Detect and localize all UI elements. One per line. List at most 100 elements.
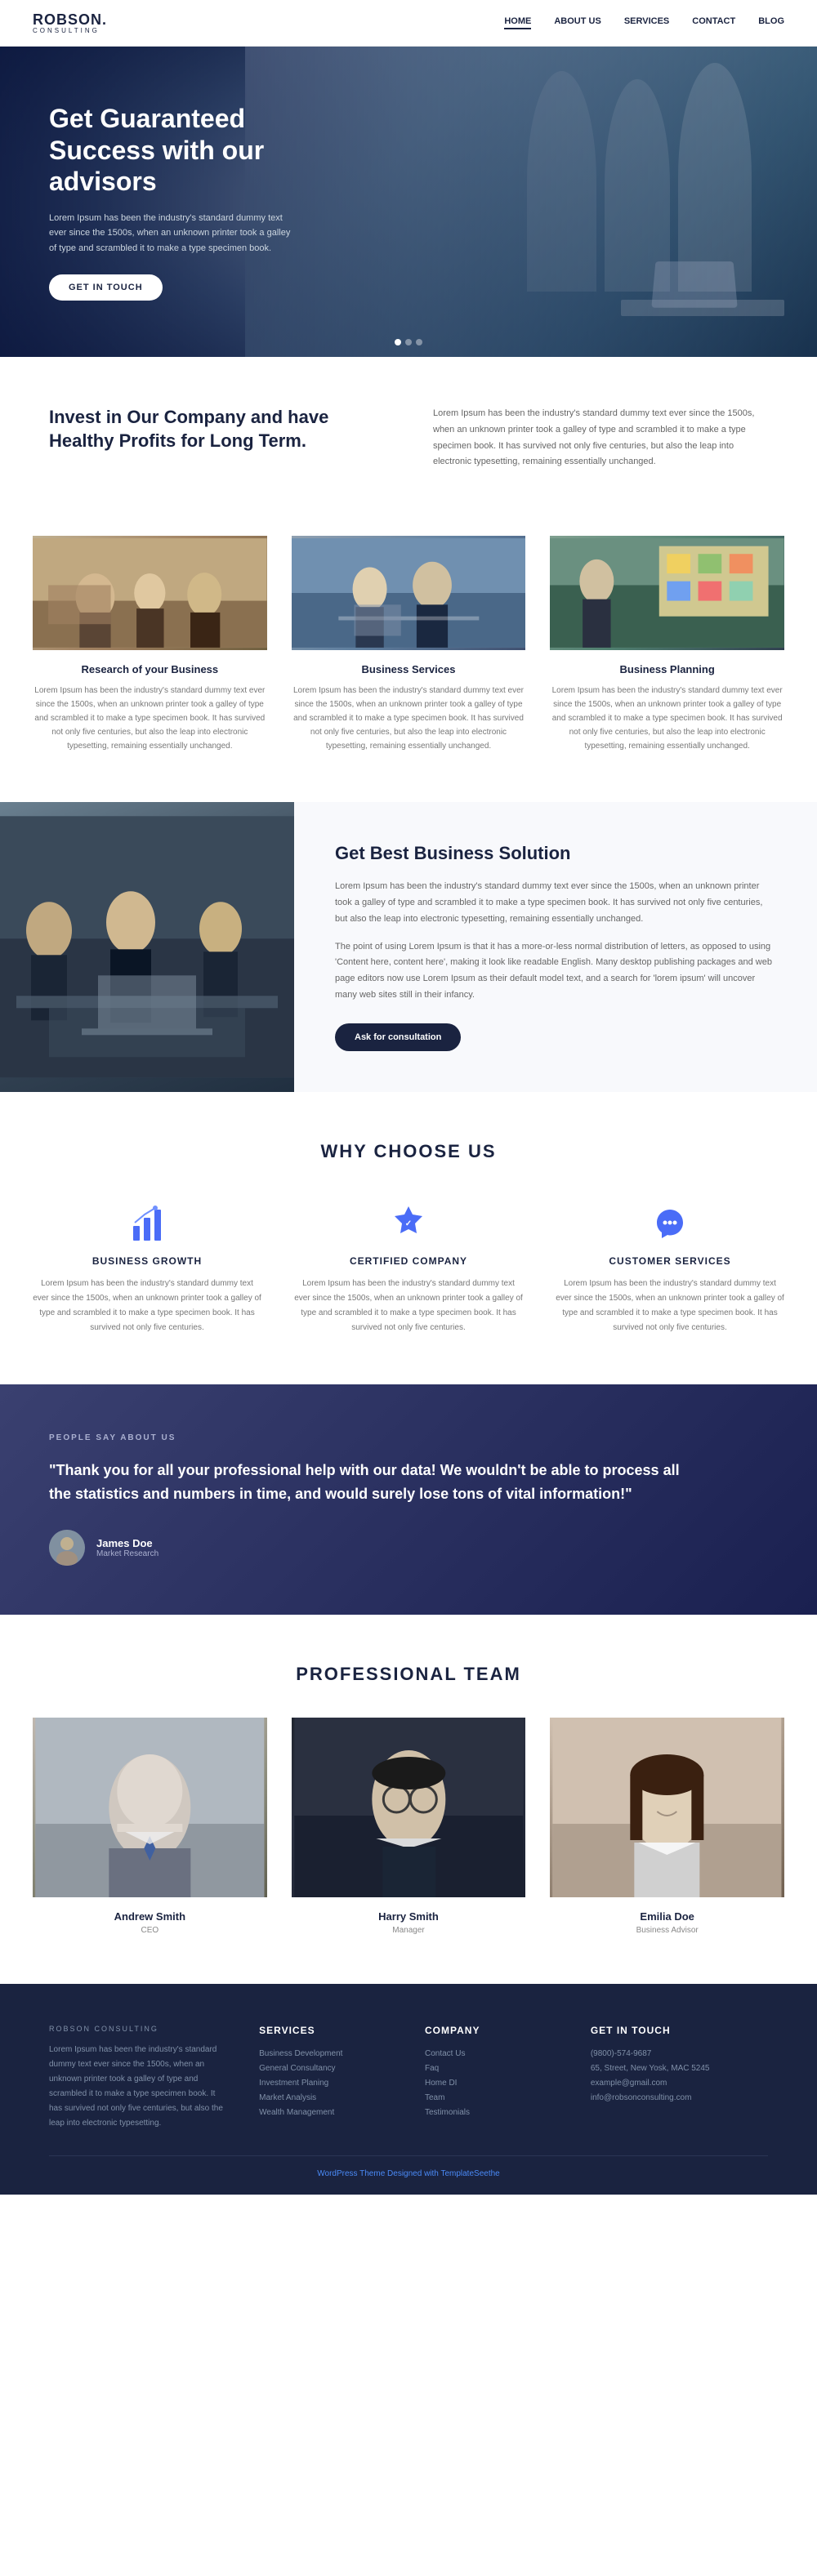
testimonial-section: PEOPLE SAY ABOUT US "Thank you for all y… [0, 1384, 817, 1616]
footer-logo: ROBSON CONSULTING [49, 2025, 226, 2033]
invest-section: Invest in Our Company and have Healthy P… [0, 357, 817, 519]
service-card-3: Business Planning Lorem Ipsum has been t… [550, 536, 784, 753]
nav-home[interactable]: HOME [504, 16, 531, 29]
invest-heading-container: Invest in Our Company and have Healthy P… [49, 406, 384, 452]
team-role-3: Business Advisor [550, 1926, 784, 1935]
logo: ROBSON. CONSULTING [33, 11, 107, 34]
team-grid: Andrew Smith CEO [33, 1718, 784, 1935]
footer-bottom-text: WordPress Theme Designed with TemplateSe… [49, 2169, 768, 2178]
service-title-1: Research of your Business [33, 663, 267, 675]
why-card-3-body: Lorem Ipsum has been the industry's stan… [556, 1277, 784, 1335]
why-card-3: CUSTOMER SERVICES Lorem Ipsum has been t… [556, 1203, 784, 1335]
solution-content: Get Best Business Solution Lorem Ipsum h… [294, 802, 817, 1092]
footer-services-list: Business Development General Consultancy… [259, 2049, 392, 2117]
footer-company-list: Contact Us Faq Home DI Team Testimonials [425, 2049, 558, 2117]
why-heading: WHY CHOOSE US [33, 1141, 784, 1162]
business-growth-icon [127, 1203, 167, 1244]
team-name-2: Harry Smith [292, 1910, 526, 1923]
team-photo-3 [550, 1718, 784, 1897]
author-name: James Doe [96, 1537, 158, 1549]
hero-dot-2[interactable] [405, 339, 412, 345]
footer-grid: ROBSON CONSULTING Lorem Ipsum has been t… [49, 2025, 768, 2131]
service-image-3 [550, 536, 784, 650]
nav-contact[interactable]: CONTACT [692, 16, 735, 29]
footer-contact-heading: Get In Touch [591, 2025, 768, 2036]
service-card-1: Research of your Business Lorem Ipsum ha… [33, 536, 267, 753]
why-card-2-title: CERTIFIED COMPANY [294, 1255, 523, 1267]
service-svg-2 [292, 536, 526, 650]
invest-heading: Invest in Our Company and have Healthy P… [49, 406, 384, 452]
team-photo-2 [292, 1718, 526, 1897]
team-card-3: Emilia Doe Business Advisor [550, 1718, 784, 1935]
footer-company-4[interactable]: Team [425, 2093, 558, 2102]
footer-bottom: WordPress Theme Designed with TemplateSe… [49, 2155, 768, 2178]
testimonial-author: James Doe Market Research [49, 1530, 768, 1566]
testimonial-quote: "Thank you for all your professional hel… [49, 1459, 703, 1506]
invest-body: Lorem Ipsum has been the industry's stan… [433, 406, 768, 470]
footer-company-heading: Company [425, 2025, 558, 2036]
footer-company-2[interactable]: Faq [425, 2064, 558, 2073]
service-image-2 [292, 536, 526, 650]
nav-links: HOME ABOUT US SERVICES CONTACT BLOG [504, 16, 784, 29]
nav-blog[interactable]: BLOG [758, 16, 784, 29]
team-card-1: Andrew Smith CEO [33, 1718, 267, 1935]
ask-consultation-button[interactable]: Ask for consultation [335, 1023, 461, 1051]
hero-dot-3[interactable] [416, 339, 422, 345]
footer-company-1[interactable]: Contact Us [425, 2049, 558, 2058]
footer-service-2[interactable]: General Consultancy [259, 2064, 392, 2073]
nav-about[interactable]: ABOUT US [554, 16, 600, 29]
why-card-3-title: CUSTOMER SERVICES [556, 1255, 784, 1267]
footer-company-3[interactable]: Home DI [425, 2079, 558, 2088]
service-body-2: Lorem Ipsum has been the industry's stan… [292, 684, 526, 753]
service-title-2: Business Services [292, 663, 526, 675]
footer-email-2[interactable]: info@robsonconsulting.com [591, 2093, 768, 2102]
nav-services[interactable]: SERVICES [624, 16, 669, 29]
team-card-2: Harry Smith Manager [292, 1718, 526, 1935]
footer-email-1[interactable]: example@gmail.com [591, 2079, 768, 2088]
why-card-2-body: Lorem Ipsum has been the industry's stan… [294, 1277, 523, 1335]
footer-service-3[interactable]: Investment Planing [259, 2079, 392, 2088]
why-section: WHY CHOOSE US BUSINESS GROWTH Lorem Ipsu… [0, 1092, 817, 1384]
service-title-3: Business Planning [550, 663, 784, 675]
footer-phone: (9800)-574-9687 [591, 2049, 768, 2058]
solution-image-inner [0, 802, 294, 1092]
team-section: PROFESSIONAL TEAM Andrew Smith [0, 1615, 817, 1984]
team-name-3: Emilia Doe [550, 1910, 784, 1923]
footer-service-1[interactable]: Business Development [259, 2049, 392, 2058]
footer-service-4[interactable]: Market Analysis [259, 2093, 392, 2102]
why-card-2: ✓ CERTIFIED COMPANY Lorem Ipsum has been… [294, 1203, 523, 1335]
footer-company-col: Company Contact Us Faq Home DI Team Test… [425, 2025, 558, 2131]
footer-about-text: Lorem Ipsum has been the industry's stan… [49, 2043, 226, 2131]
footer-service-5[interactable]: Wealth Management [259, 2108, 392, 2117]
service-card-2: Business Services Lorem Ipsum has been t… [292, 536, 526, 753]
team-name-1: Andrew Smith [33, 1910, 267, 1923]
solution-para2: The point of using Lorem Ipsum is that i… [335, 939, 776, 1004]
author-title: Market Research [96, 1549, 158, 1558]
team-heading: PROFESSIONAL TEAM [33, 1664, 784, 1685]
service-body-3: Lorem Ipsum has been the industry's stan… [550, 684, 784, 753]
hero-cta-button[interactable]: Get In Touch [49, 274, 163, 301]
hero-body: Lorem Ipsum has been the industry's stan… [49, 211, 294, 256]
why-card-1: BUSINESS GROWTH Lorem Ipsum has been the… [33, 1203, 261, 1335]
service-svg-3 [550, 536, 784, 650]
why-card-1-title: BUSINESS GROWTH [33, 1255, 261, 1267]
hero-content: Get Guaranteed Success with our advisors… [0, 103, 343, 300]
hero-heading: Get Guaranteed Success with our advisors [49, 103, 294, 197]
service-image-1 [33, 536, 267, 650]
services-section: Research of your Business Lorem Ipsum ha… [0, 519, 817, 802]
footer-services-col: Services Business Development General Co… [259, 2025, 392, 2131]
hero-dot-1[interactable] [395, 339, 401, 345]
footer-company-5[interactable]: Testimonials [425, 2108, 558, 2117]
team-role-2: Manager [292, 1926, 526, 1935]
testimonial-label: PEOPLE SAY ABOUT US [49, 1433, 768, 1442]
team-photo-1 [33, 1718, 267, 1897]
author-info: James Doe Market Research [96, 1537, 158, 1558]
service-body-1: Lorem Ipsum has been the industry's stan… [33, 684, 267, 753]
hero-dots [395, 339, 422, 345]
footer-services-heading: Services [259, 2025, 392, 2036]
hero-section: Get Guaranteed Success with our advisors… [0, 47, 817, 357]
footer-bottom-link[interactable]: WordPress Theme Designed with TemplateSe… [317, 2169, 499, 2178]
footer-contact-list: (9800)-574-9687 65, Street, New Yosk, MA… [591, 2049, 768, 2102]
solution-svg [0, 802, 294, 1092]
why-card-1-body: Lorem Ipsum has been the industry's stan… [33, 1277, 261, 1335]
